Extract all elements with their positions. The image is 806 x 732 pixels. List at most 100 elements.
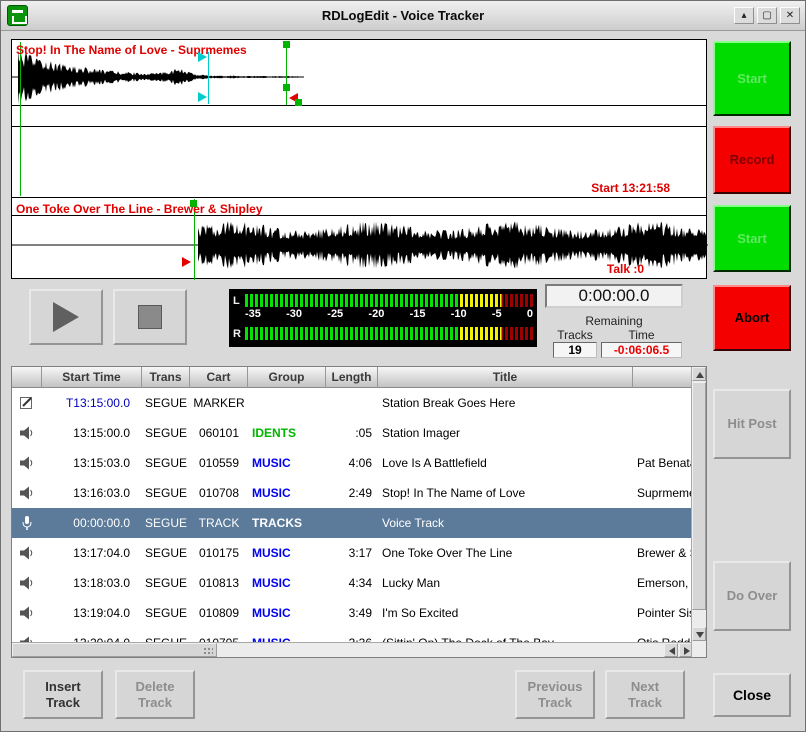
table-row[interactable]: 13:17:04.0SEGUE010175MUSIC3:17One Toke O… xyxy=(12,538,692,568)
cell: Station Imager xyxy=(378,418,633,448)
meter-left-label: L xyxy=(233,295,240,307)
next-track-button[interactable]: Next Track xyxy=(605,670,685,719)
cell: Emerson, L xyxy=(633,568,692,598)
cell: 13:15:03.0 xyxy=(42,448,142,478)
fade-handle-icon[interactable] xyxy=(283,41,290,48)
cell: Brewer & S xyxy=(633,538,692,568)
log-table-header[interactable]: Start TimeTransCartGroupLengthTitle xyxy=(12,367,692,388)
table-row[interactable]: 13:19:04.0SEGUE010809MUSIC3:49I'm So Exc… xyxy=(12,598,692,628)
cell: SEGUE xyxy=(142,628,190,643)
start-track2-button[interactable]: Start xyxy=(713,205,791,272)
shade-window-icon[interactable]: ▴ xyxy=(734,7,754,24)
start-handle-icon[interactable] xyxy=(190,200,197,207)
cell xyxy=(633,388,692,418)
close-window-icon[interactable]: ✕ xyxy=(780,7,800,24)
arrow-right-icon xyxy=(684,647,690,655)
column-header-start-time[interactable]: Start Time xyxy=(42,367,142,388)
table-row[interactable]: 13:15:00.0SEGUE060101IDENTS:05Station Im… xyxy=(12,418,692,448)
maximize-window-icon[interactable]: ▢ xyxy=(757,7,777,24)
arrow-left-icon xyxy=(669,647,675,655)
voice-track-band[interactable]: Start 13:21:58 xyxy=(12,128,706,198)
cell: 13:20:04.0 xyxy=(42,628,142,643)
remaining-tracks-label: Tracks xyxy=(553,328,597,342)
column-header-blank[interactable] xyxy=(12,367,42,388)
mic-icon xyxy=(12,508,42,538)
track2-waveform-band[interactable]: One Toke Over The Line - Brewer & Shiple… xyxy=(12,199,706,280)
table-row[interactable]: 00:00:00.0SEGUETRACKTRACKSVoice Track xyxy=(12,508,692,538)
cell: TRACK xyxy=(190,508,248,538)
speaker-icon xyxy=(12,628,42,643)
cell: MUSIC xyxy=(248,448,326,478)
previous-track-button[interactable]: Previous Track xyxy=(515,670,595,719)
cell: 3:49 xyxy=(326,598,378,628)
start-track1-button[interactable]: Start xyxy=(713,41,791,116)
vertical-scrollbar-thumb[interactable] xyxy=(692,382,706,610)
cell: SEGUE xyxy=(142,388,190,418)
segue-marker-icon[interactable] xyxy=(198,52,207,62)
cell: MUSIC xyxy=(248,628,326,643)
abort-button[interactable]: Abort xyxy=(713,285,791,351)
cell: Pointer Sist xyxy=(633,598,692,628)
start-time-note: Start 13:21:58 xyxy=(591,181,670,195)
cell: 010175 xyxy=(190,538,248,568)
play-button[interactable] xyxy=(29,289,103,345)
talk-marker-icon[interactable] xyxy=(182,257,191,267)
remaining-label: Remaining xyxy=(545,314,683,328)
table-row[interactable]: 13:18:03.0SEGUE010813MUSIC4:34Lucky ManE… xyxy=(12,568,692,598)
column-header-title[interactable]: Title xyxy=(378,367,633,388)
horizontal-scrollbar-thumb[interactable] xyxy=(12,643,217,657)
cell xyxy=(326,508,378,538)
cell: One Toke Over The Line xyxy=(378,538,633,568)
do-over-button[interactable]: Do Over xyxy=(713,561,791,631)
record-button[interactable]: Record xyxy=(713,126,791,194)
cell: 00:00:00.0 xyxy=(42,508,142,538)
cell: MUSIC xyxy=(248,538,326,568)
cell: I'm So Excited xyxy=(378,598,633,628)
scrollbar-grip-icon xyxy=(203,647,213,656)
close-button[interactable]: Close xyxy=(713,673,791,717)
scroll-left-button[interactable] xyxy=(664,643,678,657)
cell: SEGUE xyxy=(142,538,190,568)
table-row[interactable]: 13:20:04.0SEGUE010705MUSIC3:36(Sittin' O… xyxy=(12,628,692,643)
speaker-icon xyxy=(12,598,42,628)
segue-marker-icon[interactable] xyxy=(198,92,207,102)
segue-marker-line[interactable] xyxy=(208,52,209,104)
cell: SEGUE xyxy=(142,448,190,478)
column-header-trans[interactable]: Trans xyxy=(142,367,190,388)
track1-waveform-band[interactable]: Stop! In The Name of Love - Suprmemes xyxy=(12,40,706,127)
column-header-group[interactable]: Group xyxy=(248,367,326,388)
cell: 010813 xyxy=(190,568,248,598)
speaker-icon xyxy=(12,568,42,598)
horizontal-scrollbar[interactable] xyxy=(12,642,693,657)
waveform-panel[interactable]: Stop! In The Name of Love - Suprmemes St… xyxy=(11,39,707,279)
stop-button[interactable] xyxy=(113,289,187,345)
fade-handle-icon[interactable] xyxy=(295,99,302,106)
cell: 010809 xyxy=(190,598,248,628)
hit-post-button[interactable]: Hit Post xyxy=(713,389,791,459)
table-row[interactable]: 13:15:03.0SEGUE010559MUSIC4:06Love Is A … xyxy=(12,448,692,478)
cell xyxy=(248,388,326,418)
remaining-time-label: Time xyxy=(601,328,682,342)
speaker-icon xyxy=(12,448,42,478)
vertical-scrollbar[interactable] xyxy=(691,367,706,657)
scroll-down-button[interactable] xyxy=(692,627,706,641)
cell: SEGUE xyxy=(142,508,190,538)
track2-title: One Toke Over The Line - Brewer & Shiple… xyxy=(16,202,263,216)
cell: (Sittin' On) The Dock of The Bay xyxy=(378,628,633,643)
scroll-up-button[interactable] xyxy=(692,367,706,381)
cell: 060101 xyxy=(190,418,248,448)
table-row[interactable]: 13:16:03.0SEGUE010708MUSIC2:49Stop! In T… xyxy=(12,478,692,508)
cell: Lucky Man xyxy=(378,568,633,598)
cell: Stop! In The Name of Love xyxy=(378,478,633,508)
app-logo-icon xyxy=(7,5,28,26)
fade-marker-line[interactable] xyxy=(286,41,287,105)
delete-track-button[interactable]: Delete Track xyxy=(115,670,195,719)
column-header-cart[interactable]: Cart xyxy=(190,367,248,388)
fade-handle-icon[interactable] xyxy=(283,84,290,91)
column-header-length[interactable]: Length xyxy=(326,367,378,388)
cell: 010705 xyxy=(190,628,248,643)
cell: 3:17 xyxy=(326,538,378,568)
insert-track-button[interactable]: Insert Track xyxy=(23,670,103,719)
table-row[interactable]: T13:15:00.0SEGUEMARKERStation Break Goes… xyxy=(12,388,692,418)
column-header-blank[interactable] xyxy=(633,367,692,388)
